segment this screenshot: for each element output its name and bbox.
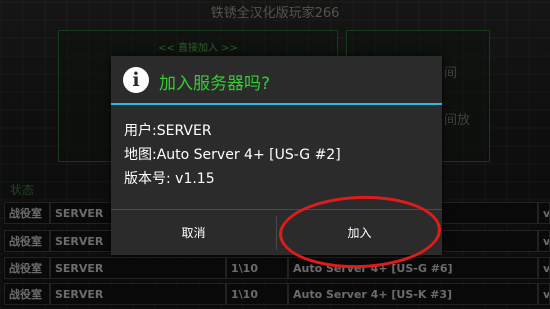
dialog-divider [111, 103, 442, 105]
version-line: 版本号: v1.15 [124, 171, 215, 187]
dialog-title: 加入服务器吗? [159, 74, 271, 94]
dialog-header: i 加入服务器吗? [111, 56, 442, 103]
cancel-button[interactable]: 取消 [111, 210, 276, 256]
map-line: 地图:Auto Server 4+ [US-G #2] [124, 147, 341, 163]
info-icon: i [123, 67, 149, 93]
user-line: 用户:SERVER [124, 123, 212, 139]
